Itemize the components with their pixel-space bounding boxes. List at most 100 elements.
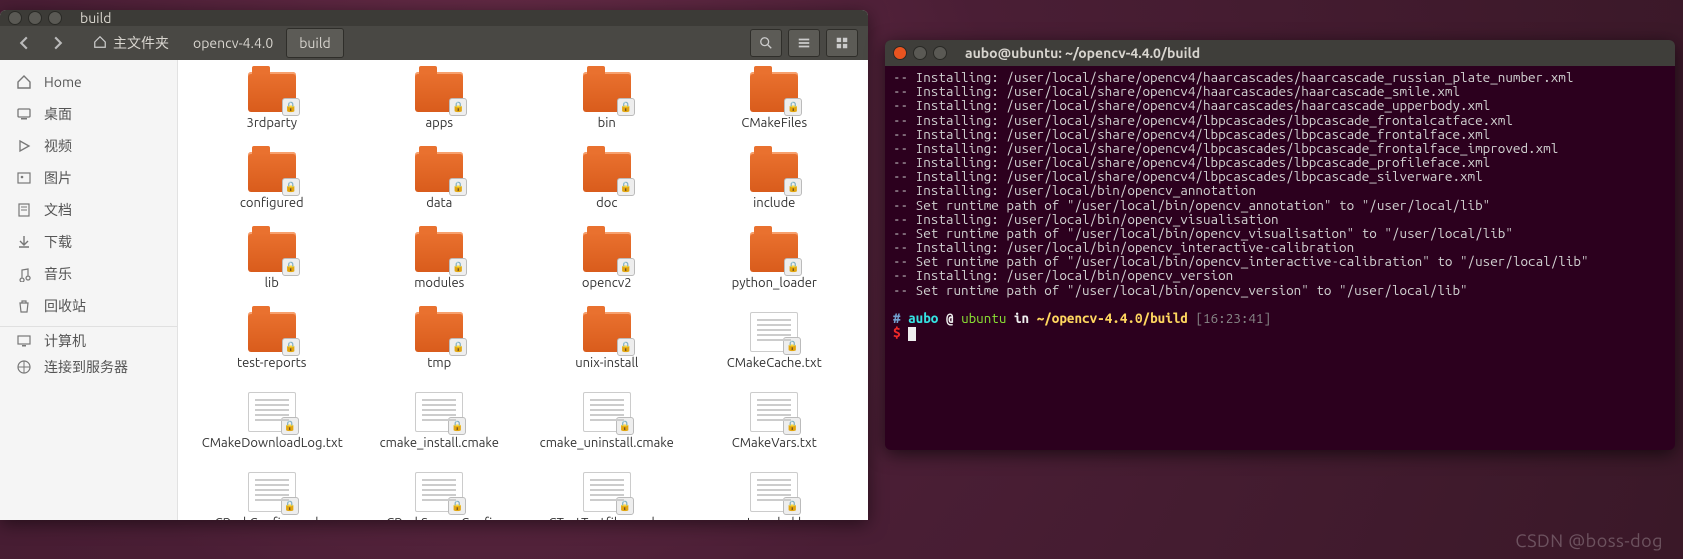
breadcrumb-opencv[interactable]: opencv-4.4.0 <box>180 28 286 58</box>
folder-icon: 🔒 <box>583 312 631 352</box>
maximize-button[interactable] <box>933 46 947 60</box>
file-item[interactable]: 🔒CPackSourceConfi <box>364 472 514 520</box>
file-label: CMakeVars.txt <box>732 436 817 450</box>
file-item[interactable]: 🔒 custom_hal.hpp <box>699 472 849 520</box>
file-label: cmake_install.cmake <box>380 436 499 450</box>
sidebar-item-label: 桌面 <box>44 104 72 124</box>
sidebar-item-computer[interactable]: 计算机 <box>0 326 177 351</box>
file-item[interactable]: 🔒CTestTestfile.cmake <box>532 472 682 520</box>
lock-icon: 🔒 <box>449 98 467 116</box>
file-item[interactable]: 🔒cmake_uninstall.cmake <box>532 392 682 472</box>
nav-back-button[interactable] <box>10 29 38 57</box>
lock-icon: 🔒 <box>449 258 467 276</box>
folder-icon: 🔒 <box>248 232 296 272</box>
desktop-icon <box>16 106 32 122</box>
folder-item[interactable]: 🔒opencv2 <box>532 232 682 312</box>
grid-view-button[interactable] <box>826 29 858 57</box>
folder-item[interactable]: 🔒configured <box>197 152 347 232</box>
folder-item[interactable]: 🔒unix-install <box>532 312 682 392</box>
breadcrumb-build[interactable]: build <box>286 28 343 58</box>
folder-item[interactable]: 🔒tmp <box>364 312 514 392</box>
sidebar: Home 桌面 视频 图片 文档 下载 音乐 回收站 计算机 连接到服务器 <box>0 60 178 520</box>
folder-item[interactable]: 🔒apps <box>364 72 514 152</box>
file-label: data <box>426 196 452 210</box>
folder-item[interactable]: 🔒lib <box>197 232 347 312</box>
sidebar-item-desktop[interactable]: 桌面 <box>0 98 177 130</box>
folder-item[interactable]: 🔒modules <box>364 232 514 312</box>
lock-icon: 🔒 <box>616 417 634 435</box>
sidebar-item-trash[interactable]: 回收站 <box>0 290 177 322</box>
downloads-icon <box>16 234 32 250</box>
search-button[interactable] <box>750 29 782 57</box>
file-label: doc <box>596 196 617 210</box>
file-label: unix-install <box>575 356 638 370</box>
folder-item[interactable]: 🔒doc <box>532 152 682 232</box>
sidebar-item-label: Home <box>44 74 82 90</box>
file-item[interactable]: 🔒CPackConfig.cmake <box>197 472 347 520</box>
lock-icon: 🔒 <box>282 98 300 116</box>
file-label: modules <box>414 276 464 290</box>
lock-icon: 🔒 <box>617 338 635 356</box>
document-icon: 🔒 <box>248 392 296 432</box>
sidebar-item-downloads[interactable]: 下载 <box>0 226 177 258</box>
sidebar-item-music[interactable]: 音乐 <box>0 258 177 290</box>
terminal-titlebar[interactable]: aubo@ubuntu: ~/opencv-4.4.0/build <box>885 40 1675 66</box>
file-item[interactable]: 🔒CMakeCache.txt <box>699 312 849 392</box>
sidebar-item-label: 文档 <box>44 200 72 220</box>
nav-forward-button[interactable] <box>44 29 72 57</box>
folder-item[interactable]: 🔒bin <box>532 72 682 152</box>
folder-icon: 🔒 <box>583 232 631 272</box>
sidebar-item-documents[interactable]: 文档 <box>0 194 177 226</box>
terminal-body[interactable]: -- Installing: /user/local/share/opencv4… <box>885 66 1675 450</box>
home-icon <box>16 74 32 90</box>
folder-item[interactable]: 🔒3rdparty <box>197 72 347 152</box>
document-icon: 🔒 <box>583 472 631 512</box>
close-button[interactable] <box>8 11 22 25</box>
sidebar-item-label: 下载 <box>44 232 72 252</box>
folder-item[interactable]: 🔒include <box>699 152 849 232</box>
breadcrumb-home[interactable]: 主文件夹 <box>82 26 180 60</box>
network-icon <box>16 359 32 375</box>
folder-icon: 🔒 <box>415 312 463 352</box>
sidebar-item-pictures[interactable]: 图片 <box>0 162 177 194</box>
folder-item[interactable]: 🔒test-reports <box>197 312 347 392</box>
list-view-button[interactable] <box>788 29 820 57</box>
folder-icon: 🔒 <box>415 232 463 272</box>
folder-item[interactable]: 🔒data <box>364 152 514 232</box>
document-icon: 🔒 <box>750 472 798 512</box>
sidebar-item-network[interactable]: 连接到服务器 <box>0 351 177 383</box>
folder-icon: 🔒 <box>750 72 798 112</box>
file-label: configured <box>240 196 304 210</box>
sidebar-item-home[interactable]: Home <box>0 66 177 98</box>
sidebar-item-label: 连接到服务器 <box>44 357 128 377</box>
lock-icon: 🔒 <box>281 417 299 435</box>
sidebar-item-label: 图片 <box>44 168 72 188</box>
maximize-button[interactable] <box>48 11 62 25</box>
file-manager-window: build 主文件夹 opencv-4.4.0 build <box>0 10 868 520</box>
file-label: apps <box>425 116 453 130</box>
folder-item[interactable]: 🔒 CMakeFiles <box>699 72 849 152</box>
folder-item[interactable]: 🔒python_loader <box>699 232 849 312</box>
breadcrumb-label: 主文件夹 <box>113 33 169 53</box>
file-grid[interactable]: 🔒3rdparty🔒apps🔒bin🔒CMakeFiles🔒configured… <box>178 60 868 520</box>
lock-icon: 🔒 <box>617 98 635 116</box>
file-item[interactable]: 🔒CMakeVars.txt <box>699 392 849 472</box>
file-label: CMakeFiles <box>741 116 807 130</box>
sidebar-item-label: 计算机 <box>44 331 86 351</box>
breadcrumb: 主文件夹 opencv-4.4.0 build <box>82 26 344 60</box>
file-item[interactable]: 🔒CMakeDownloadLog.txt <box>197 392 347 472</box>
lock-icon: 🔒 <box>616 497 634 515</box>
file-label: custom_hal.hpp <box>728 516 821 520</box>
sidebar-item-videos[interactable]: 视频 <box>0 130 177 162</box>
lock-icon: 🔒 <box>783 417 801 435</box>
videos-icon <box>16 138 32 154</box>
document-icon: 🔒 <box>248 472 296 512</box>
file-item[interactable]: 🔒cmake_install.cmake <box>364 392 514 472</box>
fm-titlebar[interactable]: build <box>0 10 868 26</box>
close-button[interactable] <box>893 46 907 60</box>
computer-icon <box>16 333 32 349</box>
window-controls <box>893 46 947 60</box>
file-label: python_loader <box>732 276 817 290</box>
minimize-button[interactable] <box>913 46 927 60</box>
minimize-button[interactable] <box>28 11 42 25</box>
